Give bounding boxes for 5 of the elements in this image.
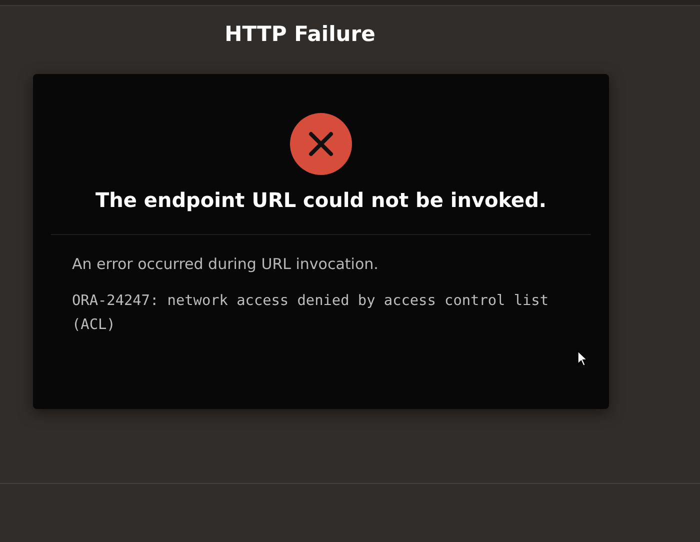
mouse-pointer-icon: [577, 350, 588, 367]
error-heading: The endpoint URL could not be invoked.: [96, 188, 546, 212]
page-title: HTTP Failure: [224, 22, 376, 46]
error-message: An error occurred during URL invocation.: [72, 255, 380, 273]
error-detail: ORA-24247: network access denied by access control list (ACL): [72, 292, 550, 335]
